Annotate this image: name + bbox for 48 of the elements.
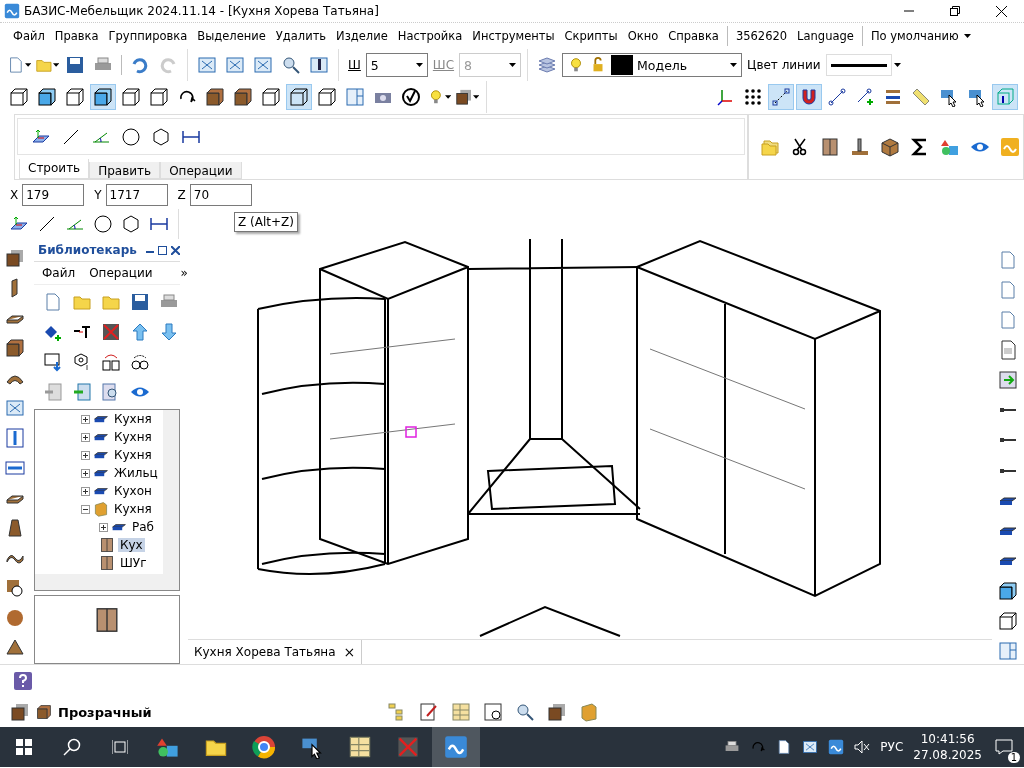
coordinate-field[interactable]: 179 — [22, 184, 85, 206]
menu-item[interactable]: Настройка — [392, 29, 468, 43]
menu-item[interactable]: Справка — [663, 29, 724, 43]
line-width-label: Ш — [347, 58, 362, 72]
material-label: Прозрачный — [58, 704, 152, 720]
menu-item[interactable]: 3562620 — [730, 29, 793, 43]
language-indicator[interactable]: РУС — [880, 740, 904, 754]
line-width-dropdown[interactable]: 5 — [365, 53, 428, 77]
panel-title: Библиотекарь — [38, 243, 137, 257]
menu-item[interactable]: Скрипты — [559, 29, 623, 43]
panel-tab[interactable]: Править — [89, 162, 161, 179]
tree-item[interactable]: Кухня — [112, 448, 154, 462]
tree-item[interactable]: Кухня — [112, 412, 154, 426]
menu-item[interactable]: Файл — [8, 29, 50, 43]
window-title: БАЗИС-Мебельщик 2024.11.14 - [Кухня Хорева Татьяна] — [24, 4, 379, 18]
coordinate-label: Y — [93, 188, 103, 202]
coordinate-field[interactable]: 1717 — [105, 184, 168, 206]
tree-item[interactable]: Кухон — [112, 484, 154, 498]
panel-tab[interactable]: Строить — [19, 159, 90, 179]
tree-item[interactable]: Жильц — [112, 466, 160, 480]
menu-item[interactable]: Группировка — [103, 29, 193, 43]
tree-item[interactable]: ШУг — [118, 556, 149, 570]
coordinate-label: X — [9, 188, 20, 202]
menu-item[interactable]: Файл — [42, 266, 76, 280]
more-button[interactable]: » — [180, 266, 192, 280]
tree-item[interactable]: Раб — [130, 520, 156, 534]
layer-dropdown[interactable]: Модель — [562, 53, 743, 77]
line-color-label: Цвет линии — [746, 58, 822, 72]
line-style-label: ШС — [431, 58, 456, 72]
profile-dropdown[interactable]: По умолчанию — [865, 29, 964, 43]
menu-item[interactable]: Инструменты — [467, 29, 560, 43]
menu-item[interactable]: Удалить — [270, 29, 332, 43]
tree-item[interactable]: Кухня — [112, 502, 154, 516]
notification-count: 1 — [1007, 752, 1020, 763]
menu-item[interactable]: Изделие — [331, 29, 393, 43]
clock[interactable]: 10:41:56 27.08.2025 — [913, 731, 982, 763]
tree-item[interactable]: Кухня — [112, 430, 154, 444]
menu-item[interactable]: Операции — [89, 266, 153, 280]
tab-close-button[interactable]: × — [343, 644, 356, 660]
menu-item[interactable]: Language — [792, 29, 859, 43]
tooltip: Z (Alt+Z) — [234, 212, 298, 232]
panel-tab[interactable]: Операции — [160, 162, 242, 179]
tree-item[interactable]: Кух — [118, 538, 145, 552]
menu-item[interactable]: Правка — [49, 29, 104, 43]
coordinate-label: Z — [176, 188, 187, 202]
menu-item[interactable]: Выделение — [192, 29, 271, 43]
coordinate-field[interactable]: 70 — [189, 184, 252, 206]
menu-item[interactable]: Окно — [622, 29, 664, 43]
